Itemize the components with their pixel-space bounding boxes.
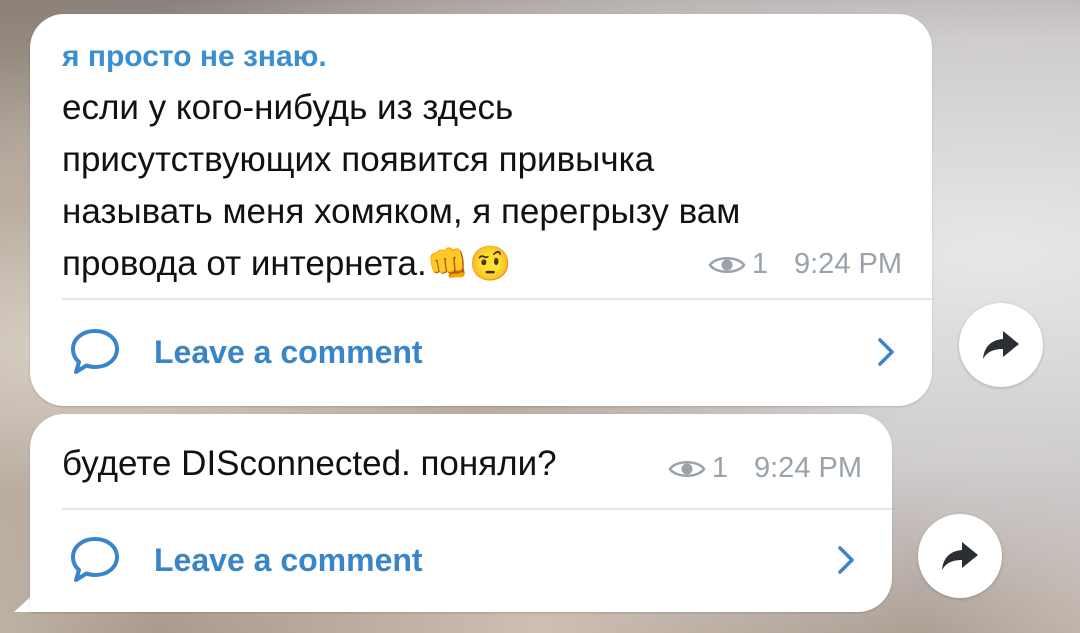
comment-icon (71, 537, 119, 582)
view-count: 1 (711, 452, 728, 484)
chevron-right-icon (878, 338, 894, 366)
message-line-last: провода от интернета.👊🤨 (62, 238, 740, 290)
leave-comment-label: Leave a comment (154, 333, 423, 370)
share-button[interactable] (959, 303, 1043, 387)
message-text: будете DISconnected. поняли? (62, 444, 557, 483)
author-name[interactable]: я просто не знаю. (62, 40, 327, 74)
emoji: 👊🤨 (426, 245, 512, 283)
message-line: называть меня хомяком, я перегрызу вам (62, 192, 741, 231)
share-arrow-icon (983, 331, 1019, 359)
message-time: 9:24 PM (794, 248, 902, 280)
message-line: присутствующих появится привычка (62, 140, 655, 179)
message-bubble-2[interactable]: будете DISconnected. поняли? 1 9:24 PM L… (30, 414, 892, 612)
leave-comment-button[interactable]: Leave a comment (30, 302, 932, 402)
leave-comment-button[interactable]: Leave a comment (30, 510, 892, 610)
message-time: 9:24 PM (754, 452, 862, 484)
eye-icon (668, 460, 706, 477)
leave-comment-label: Leave a comment (154, 541, 423, 578)
comment-icon (71, 329, 119, 374)
message-line: если у кого-нибудь из здесь (62, 88, 514, 127)
chevron-right-icon (838, 546, 854, 574)
message-text: если у кого-нибудь из здесь присутствующ… (62, 82, 740, 290)
message-bubble-1[interactable]: я просто не знаю. если у кого-нибудь из … (30, 14, 932, 406)
message-line: провода от интернета. (62, 244, 427, 283)
message-meta: 1 9:24 PM (668, 452, 862, 485)
view-count: 1 (751, 248, 768, 280)
divider (62, 298, 932, 300)
share-arrow-icon (942, 542, 978, 570)
eye-icon (708, 256, 746, 273)
share-button[interactable] (918, 514, 1002, 598)
message-meta: 1 9:24 PM (708, 248, 902, 281)
